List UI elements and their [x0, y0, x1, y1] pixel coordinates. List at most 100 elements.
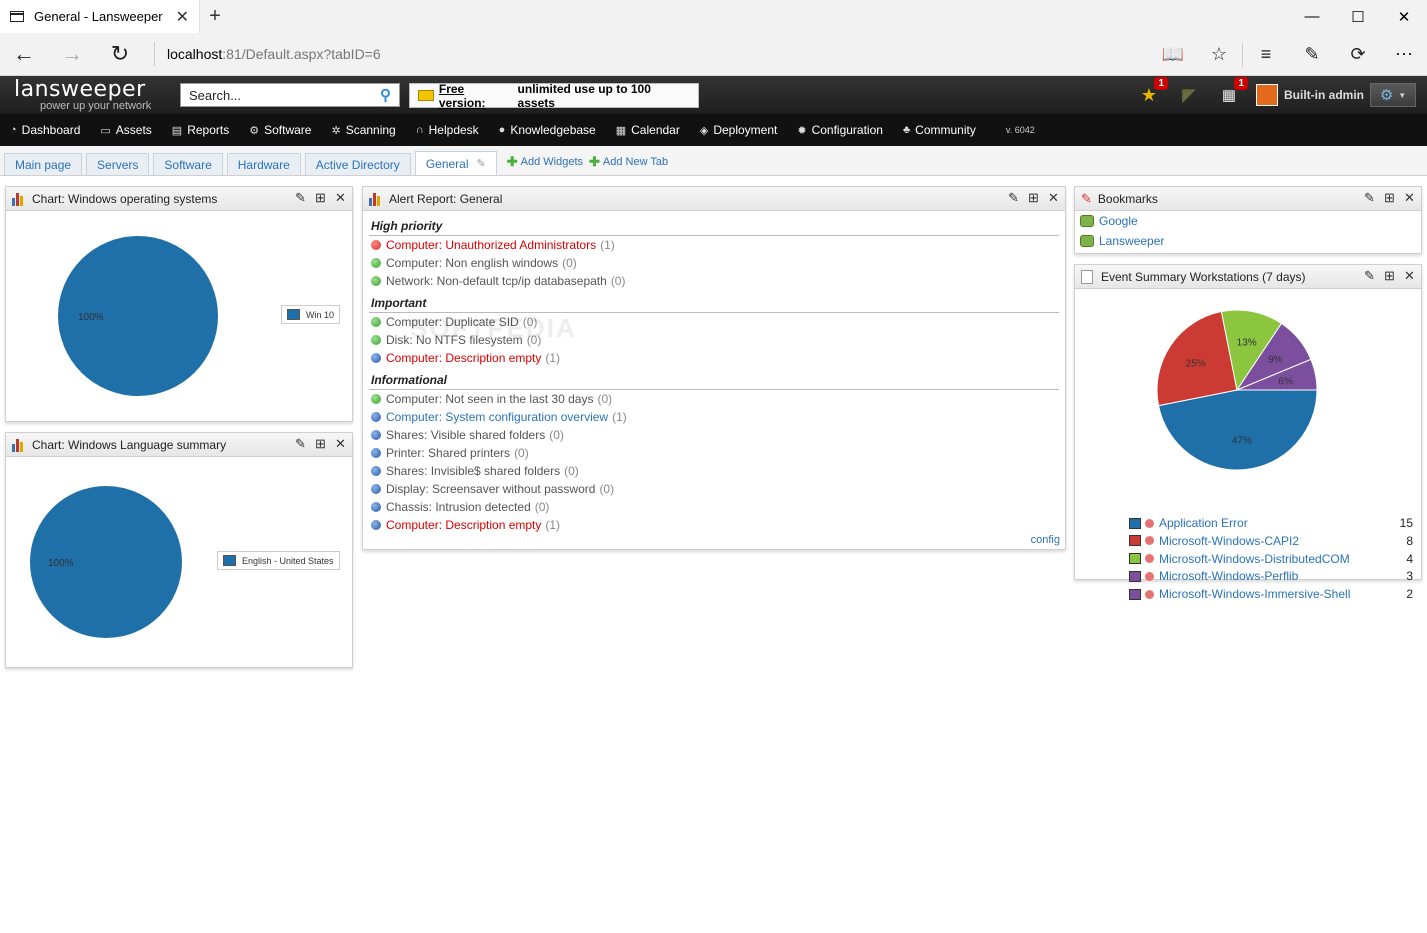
tab-active-directory[interactable]: Active Directory: [304, 153, 411, 175]
broom-icon[interactable]: ◤: [1176, 84, 1202, 106]
edit-tab-icon[interactable]: ✎: [477, 157, 486, 170]
alert-count: (0): [597, 392, 613, 406]
maximize-widget-icon[interactable]: ⊞: [1382, 268, 1397, 284]
add-widgets-link[interactable]: ✚ Add Widgets: [507, 154, 583, 170]
forward-icon[interactable]: →: [48, 33, 96, 76]
nav-label: Reports: [187, 123, 230, 137]
edit-icon[interactable]: ✎: [293, 436, 308, 452]
legend-swatch: [1129, 553, 1141, 565]
alert-row[interactable]: Computer: Non english windows (0): [363, 254, 1065, 272]
settings-gear-button[interactable]: ⚙ ▼: [1370, 83, 1416, 107]
event-source-name: Microsoft-Windows-DistributedCOM: [1159, 551, 1350, 566]
more-icon[interactable]: ⋯: [1381, 44, 1427, 65]
widget-bookmarks: ✎ Bookmarks ✎ ⊞ ✕ Google Lansweeper: [1074, 186, 1422, 254]
event-legend-row[interactable]: Application Error 15: [1129, 514, 1413, 532]
hub-icon[interactable]: ≡: [1243, 44, 1289, 65]
tab-software[interactable]: Software: [153, 153, 223, 175]
alert-row[interactable]: Computer: Description empty (1): [363, 516, 1065, 534]
event-legend-row[interactable]: Microsoft-Windows-Immersive-Shell 2: [1129, 585, 1413, 603]
alert-row[interactable]: Computer: System configuration overview(…: [363, 408, 1065, 426]
alert-row[interactable]: Computer: Duplicate SID (0): [363, 313, 1065, 331]
browser-tab[interactable]: General - Lansweeper ✕: [0, 0, 200, 33]
alert-row[interactable]: Chassis: Intrusion detected (0): [363, 498, 1065, 516]
bookmark-lansweeper[interactable]: Lansweeper: [1075, 231, 1421, 251]
favorite-star-icon[interactable]: ☆: [1196, 44, 1242, 65]
alert-count: (1): [545, 351, 561, 365]
event-legend-row[interactable]: Microsoft-Windows-DistributedCOM 4: [1129, 550, 1413, 568]
nav-scanning[interactable]: ✲ Scanning: [331, 123, 395, 137]
back-icon[interactable]: ←: [0, 33, 48, 76]
maximize-icon[interactable]: ☐: [1335, 0, 1381, 33]
close-icon[interactable]: ✕: [1402, 268, 1417, 284]
tab-hardware[interactable]: Hardware: [226, 153, 301, 175]
close-icon[interactable]: ✕: [333, 436, 348, 452]
alert-row[interactable]: Shares: Invisible$ shared folders (0): [363, 462, 1065, 480]
event-legend-row[interactable]: Microsoft-Windows-Perflib 3: [1129, 567, 1413, 585]
close-tab-icon[interactable]: ✕: [176, 7, 189, 27]
alert-row[interactable]: Printer: Shared printers (0): [363, 444, 1065, 462]
maximize-widget-icon[interactable]: ⊞: [1026, 190, 1041, 206]
star-notification[interactable]: ★ 1: [1136, 77, 1168, 106]
url-field[interactable]: localhost:81/Default.aspx?tabID=6: [167, 46, 381, 62]
close-window-icon[interactable]: ✕: [1381, 0, 1427, 33]
new-tab-button[interactable]: +: [200, 0, 230, 33]
minimize-icon[interactable]: —: [1289, 0, 1335, 33]
pie-slice-label: 6%: [1278, 376, 1293, 387]
widget-header: Alert Report: General ✎ ⊞ ✕: [363, 187, 1065, 211]
nav-configuration[interactable]: ✹ Configuration: [797, 123, 883, 137]
alert-row[interactable]: Shares: Visible shared folders (0): [363, 426, 1065, 444]
edit-icon[interactable]: ✎: [1362, 190, 1377, 206]
free-version-banner[interactable]: Free version: unlimited use up to 100 as…: [409, 82, 699, 110]
tab-main-page[interactable]: Main page: [4, 153, 83, 175]
search-icon[interactable]: ⚲: [380, 86, 391, 104]
add-new-tab-link[interactable]: ✚ Add New Tab: [589, 154, 668, 170]
close-icon[interactable]: ✕: [1046, 190, 1061, 206]
nav-knowledgebase[interactable]: ● Knowledgebase: [499, 123, 596, 137]
user-menu[interactable]: Built-in admin: [1256, 84, 1364, 106]
edit-icon[interactable]: ✎: [1362, 268, 1377, 284]
nav-reports[interactable]: ▤ Reports: [172, 123, 229, 137]
refresh-icon[interactable]: ↻: [96, 33, 144, 76]
alert-row[interactable]: Network: Non-default tcp/ip databasepath…: [363, 272, 1065, 290]
alert-row[interactable]: Computer: Description empty (1): [363, 349, 1065, 367]
nav-deployment[interactable]: ◈ Deployment: [700, 123, 778, 137]
lansweeper-logo[interactable]: lansweeper power up your network: [14, 79, 151, 112]
alert-row[interactable]: Computer: Not seen in the last 30 days (0…: [363, 390, 1065, 408]
web-note-icon[interactable]: ✎: [1289, 44, 1335, 65]
logo-tagline: power up your network: [40, 100, 152, 112]
alert-row[interactable]: Display: Screensaver without password (0): [363, 480, 1065, 498]
tab-servers[interactable]: Servers: [86, 153, 150, 175]
maximize-widget-icon[interactable]: ⊞: [313, 190, 328, 206]
config-link[interactable]: config: [1031, 534, 1060, 546]
tab-general[interactable]: General ✎: [414, 151, 497, 175]
nav-dashboard[interactable]: ◔ Dashboard: [10, 123, 80, 137]
share-icon[interactable]: ⟳: [1335, 44, 1381, 65]
alert-row[interactable]: Computer: Unauthorized Administrators (1): [363, 236, 1065, 254]
nav-assets[interactable]: ▭ Assets: [100, 123, 151, 137]
alert-count: (0): [526, 333, 542, 347]
bookmark-google[interactable]: Google: [1075, 211, 1421, 231]
legend-swatch: [1129, 535, 1141, 547]
edit-icon[interactable]: ✎: [293, 190, 308, 206]
reading-view-icon[interactable]: 📖: [1150, 44, 1196, 65]
legend-swatch: [1129, 570, 1141, 582]
nav-calendar[interactable]: ▦ Calendar: [616, 123, 680, 137]
calendar-notification[interactable]: ▦ 1: [1216, 77, 1248, 106]
nav-software[interactable]: ⚙ Software: [249, 123, 311, 137]
nav-helpdesk[interactable]: ∩ Helpdesk: [416, 123, 479, 137]
close-icon[interactable]: ✕: [1402, 190, 1417, 206]
maximize-widget-icon[interactable]: ⊞: [1382, 190, 1397, 206]
alert-red-icon: [371, 240, 381, 250]
free-version-link[interactable]: Free version:: [439, 82, 514, 110]
maximize-widget-icon[interactable]: ⊞: [313, 436, 328, 452]
version-label: v. 6042: [1005, 125, 1035, 135]
edit-icon[interactable]: ✎: [1006, 190, 1021, 206]
alert-row[interactable]: Disk: No NTFS filesystem (0): [363, 331, 1065, 349]
close-icon[interactable]: ✕: [333, 190, 348, 206]
nav-community[interactable]: ♣ Community: [903, 123, 976, 137]
alert-text: Computer: Non english windows: [386, 256, 559, 270]
nav-label: Community: [915, 123, 976, 137]
dashboard-tabs: Main page Servers Software Hardware Acti…: [0, 146, 1427, 176]
search-input[interactable]: [189, 87, 380, 103]
event-legend-row[interactable]: Microsoft-Windows-CAPI2 8: [1129, 532, 1413, 550]
